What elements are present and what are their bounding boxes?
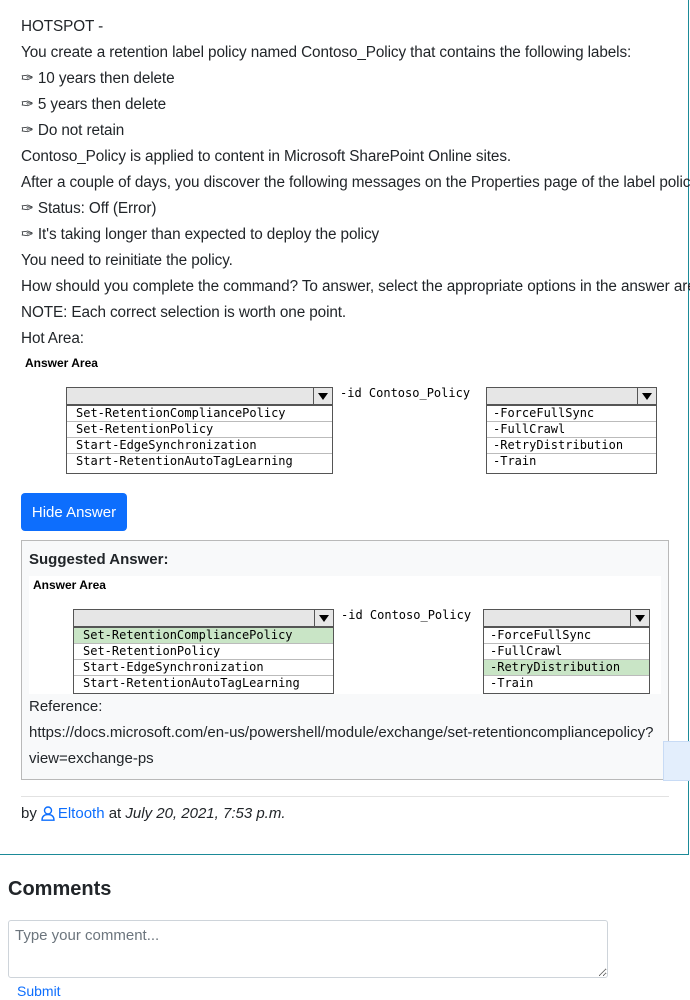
suggested-answer-image: Answer Area Set-RetentionCompliancePolic…	[29, 576, 661, 694]
chevron-down-icon	[314, 610, 333, 626]
question-line: ✑ It's taking longer than expected to de…	[21, 226, 380, 243]
cmdlet-option: Set-RetentionPolicy	[74, 644, 333, 660]
switch-option: -FullCrawl	[484, 644, 649, 660]
question-card: HOTSPOT - You create a retention label p…	[0, 0, 690, 855]
answer-area-label: Answer Area	[25, 356, 98, 370]
question-line: ✑ 10 years then delete	[21, 70, 175, 87]
question-line: You create a retention label policy name…	[21, 44, 632, 61]
question-line: After a couple of days, you discover the…	[21, 174, 690, 191]
submit-button[interactable]: Submit	[17, 983, 61, 999]
dropdown-header[interactable]	[487, 388, 656, 405]
byline-prefix: by	[21, 805, 37, 822]
author-link[interactable]: Eltooth	[58, 805, 105, 822]
question-line: You need to reinitiate the policy.	[21, 252, 233, 269]
cmdlet-option: Start-EdgeSynchronization	[74, 660, 333, 676]
cmdlet-option[interactable]: Set-RetentionPolicy	[67, 422, 332, 438]
question-line: ✑ 5 years then delete	[21, 96, 167, 113]
id-parameter-text: -id Contoso_Policy	[341, 608, 472, 622]
cmdlet-option[interactable]: Set-RetentionCompliancePolicy	[67, 406, 332, 422]
suggested-answer-title: Suggested Answer:	[29, 551, 169, 568]
switch-dropdown-answer: -ForceFullSync -FullCrawl -RetryDistribu…	[483, 609, 650, 694]
switch-option[interactable]: -FullCrawl	[487, 422, 656, 438]
question-line: ✑ Status: Off (Error)	[21, 200, 157, 217]
switch-option[interactable]: -ForceFullSync	[487, 406, 656, 422]
cmdlet-option[interactable]: Start-EdgeSynchronization	[67, 438, 332, 454]
comment-input[interactable]	[8, 920, 608, 978]
reference-link[interactable]: https://docs.microsoft.com/en-us/powersh…	[29, 720, 653, 746]
dropdown-header[interactable]	[67, 388, 332, 405]
byline: by Eltooth at July 20, 2021, 7:53 p.m.	[21, 802, 286, 829]
answer-area-label: Answer Area	[33, 578, 106, 592]
divider	[21, 796, 669, 797]
chevron-down-icon[interactable]	[637, 388, 656, 404]
reference-label: Reference:	[29, 698, 103, 715]
question-line: Contoso_Policy is applied to content in …	[21, 148, 512, 165]
selected-switch-option: -RetryDistribution	[484, 660, 649, 676]
reference-link-continued[interactable]: view=exchange-ps	[29, 746, 154, 772]
cmdlet-option[interactable]: Start-RetentionAutoTagLearning	[67, 454, 332, 469]
switch-option[interactable]: -Train	[487, 454, 656, 469]
cmdlet-dropdown[interactable]: Set-RetentionCompliancePolicy Set-Retent…	[66, 387, 333, 474]
scroll-to-top-button[interactable]	[663, 741, 690, 781]
comments-heading: Comments	[8, 878, 112, 900]
selected-cmdlet-option: Set-RetentionCompliancePolicy	[74, 628, 333, 644]
switch-option: -Train	[490, 676, 534, 690]
question-line: HOTSPOT -	[21, 18, 104, 35]
switch-dropdown[interactable]: -ForceFullSync -FullCrawl -RetryDistribu…	[486, 387, 657, 474]
switch-option: -ForceFullSync	[484, 628, 649, 644]
user-icon	[41, 805, 55, 829]
question-line: Hot Area:	[21, 330, 84, 347]
suggested-answer-box: Suggested Answer: Answer Area Set-Retent…	[21, 540, 669, 780]
cmdlet-dropdown-answer: Set-RetentionCompliancePolicy Set-Retent…	[73, 609, 334, 694]
post-date: July 20, 2021, 7:53 p.m.	[125, 805, 286, 822]
switch-option[interactable]: -RetryDistribution	[487, 438, 656, 454]
id-parameter-text: -id Contoso_Policy	[340, 386, 471, 400]
hide-answer-button[interactable]: Hide Answer	[21, 493, 127, 531]
chevron-down-icon[interactable]	[313, 388, 332, 404]
cmdlet-option: Start-RetentionAutoTagLearning	[83, 676, 300, 690]
question-line: NOTE: Each correct selection is worth on…	[21, 304, 347, 321]
question-line: ✑ Do not retain	[21, 122, 125, 139]
byline-at: at	[108, 805, 122, 822]
chevron-down-icon	[630, 610, 649, 626]
question-line: How should you complete the command? To …	[21, 278, 690, 295]
